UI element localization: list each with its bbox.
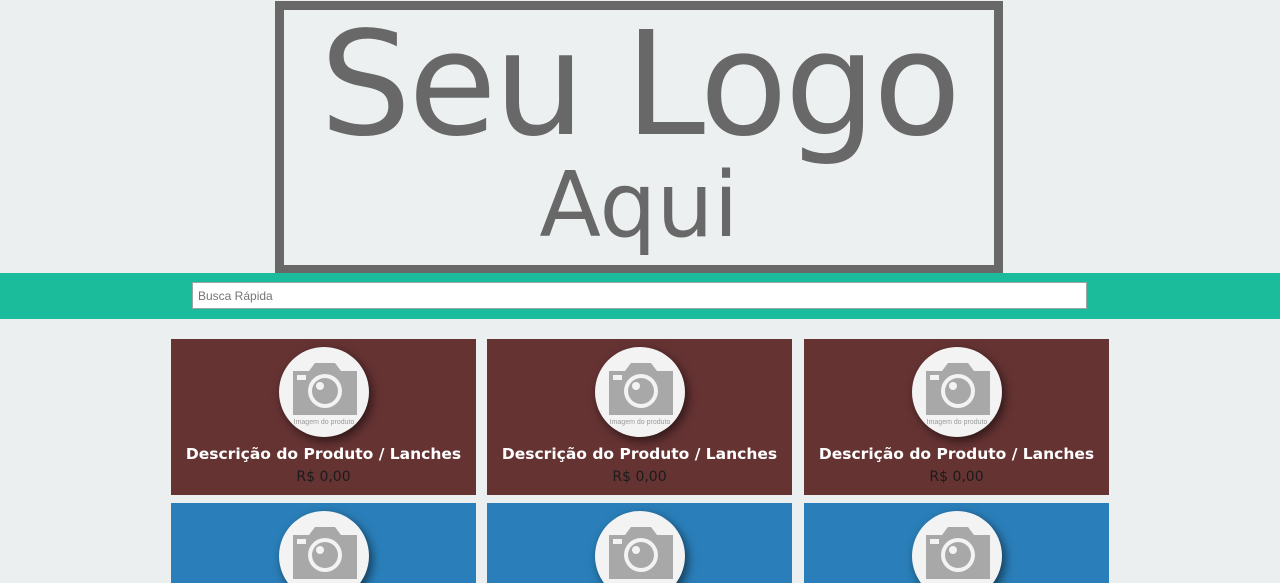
- product-card[interactable]: Imagem do produto Descrição do Produto /…: [804, 339, 1109, 495]
- search-bar: [0, 273, 1280, 319]
- product-card[interactable]: Imagem do produto Descrição do Produto /…: [171, 339, 476, 495]
- product-image: Imagem do produto: [279, 347, 369, 437]
- image-caption: Imagem do produto: [293, 419, 355, 426]
- image-caption: Imagem do produto: [926, 419, 988, 426]
- product-image: Imagem do produto: [595, 347, 685, 437]
- product-image: [279, 511, 369, 583]
- camera-icon: [609, 527, 673, 579]
- product-image: [912, 511, 1002, 583]
- product-title: Descrição do Produto / Lanches: [818, 445, 1095, 463]
- product-image: [595, 511, 685, 583]
- image-caption: Imagem do produto: [609, 419, 671, 426]
- product-price: R$ 0,00: [612, 469, 667, 485]
- search-input[interactable]: [192, 282, 1087, 309]
- product-image: Imagem do produto: [912, 347, 1002, 437]
- product-price: R$ 0,00: [296, 469, 351, 485]
- camera-icon: [926, 527, 990, 579]
- product-card[interactable]: [171, 503, 476, 583]
- product-card[interactable]: [804, 503, 1109, 583]
- logo-text-line2: Aqui: [539, 153, 739, 258]
- product-card[interactable]: Imagem do produto Descrição do Produto /…: [487, 339, 792, 495]
- camera-icon: [293, 527, 357, 579]
- logo-text-line1: Seu Logo: [319, 0, 961, 168]
- product-price: R$ 0,00: [929, 469, 984, 485]
- product-title: Descrição do Produto / Lanches: [185, 445, 462, 463]
- product-title: Descrição do Produto / Lanches: [501, 445, 778, 463]
- logo: Seu Logo Aqui: [275, 1, 1003, 274]
- product-card[interactable]: [487, 503, 792, 583]
